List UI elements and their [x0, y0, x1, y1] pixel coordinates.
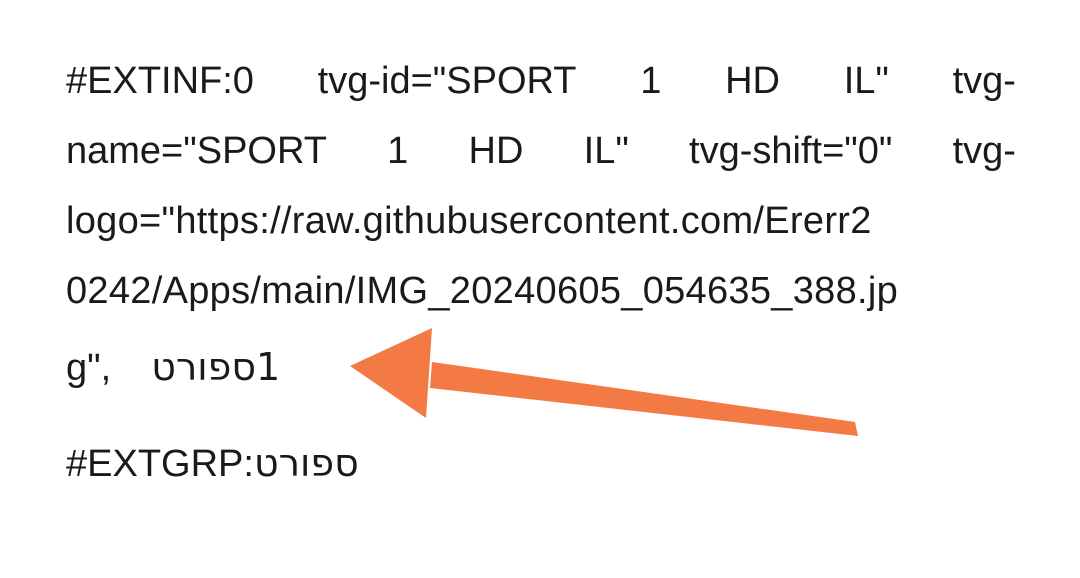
extinf-token: #EXTINF:0	[66, 60, 254, 102]
tvg-logo-url-line-1: logo="https://raw.githubusercontent.com/…	[66, 200, 872, 242]
extinf-line-1: #EXTINF:0 tvg-id="SPORT 1 HD IL" tvg-	[66, 58, 1016, 104]
extinf-line-5: g", 1ספורט	[66, 344, 280, 391]
tvg-id-token: HD	[725, 60, 780, 102]
group-name: ספורט	[253, 441, 359, 485]
extgrp-token: #EXTGRP:	[66, 443, 254, 485]
tvg-name-token: HD	[468, 130, 524, 172]
tvg-name-token: 1	[387, 130, 409, 172]
tvg-id-token: IL"	[843, 60, 889, 102]
extgrp-line: #EXTGRP:ספורט	[66, 440, 359, 487]
tvg-logo-url-line-2: 0242/Apps/main/IMG_20240605_054635_388.j…	[66, 270, 899, 312]
screenshot-canvas: #EXTINF:0 tvg-id="SPORT 1 HD IL" tvg- na…	[0, 0, 1080, 578]
extinf-line-2: name="SPORT 1 HD IL" tvg-shift="0" tvg-	[66, 128, 1016, 174]
tvg-id-token: tvg-id="SPORT	[317, 60, 577, 102]
tvg-logo-url-end: g",	[66, 347, 112, 389]
tvg-shift-token: tvg-shift="0"	[689, 130, 893, 172]
channel-name: 1ספורט	[151, 345, 281, 389]
tvg-logo-token: tvg-	[952, 130, 1016, 172]
tvg-name-token: tvg-	[952, 60, 1016, 102]
tvg-name-token: name="SPORT	[66, 130, 327, 172]
arrow-shaft	[430, 362, 858, 436]
tvg-id-token: 1	[640, 60, 662, 102]
tvg-name-token: IL"	[583, 130, 629, 172]
arrow-head	[350, 328, 432, 418]
